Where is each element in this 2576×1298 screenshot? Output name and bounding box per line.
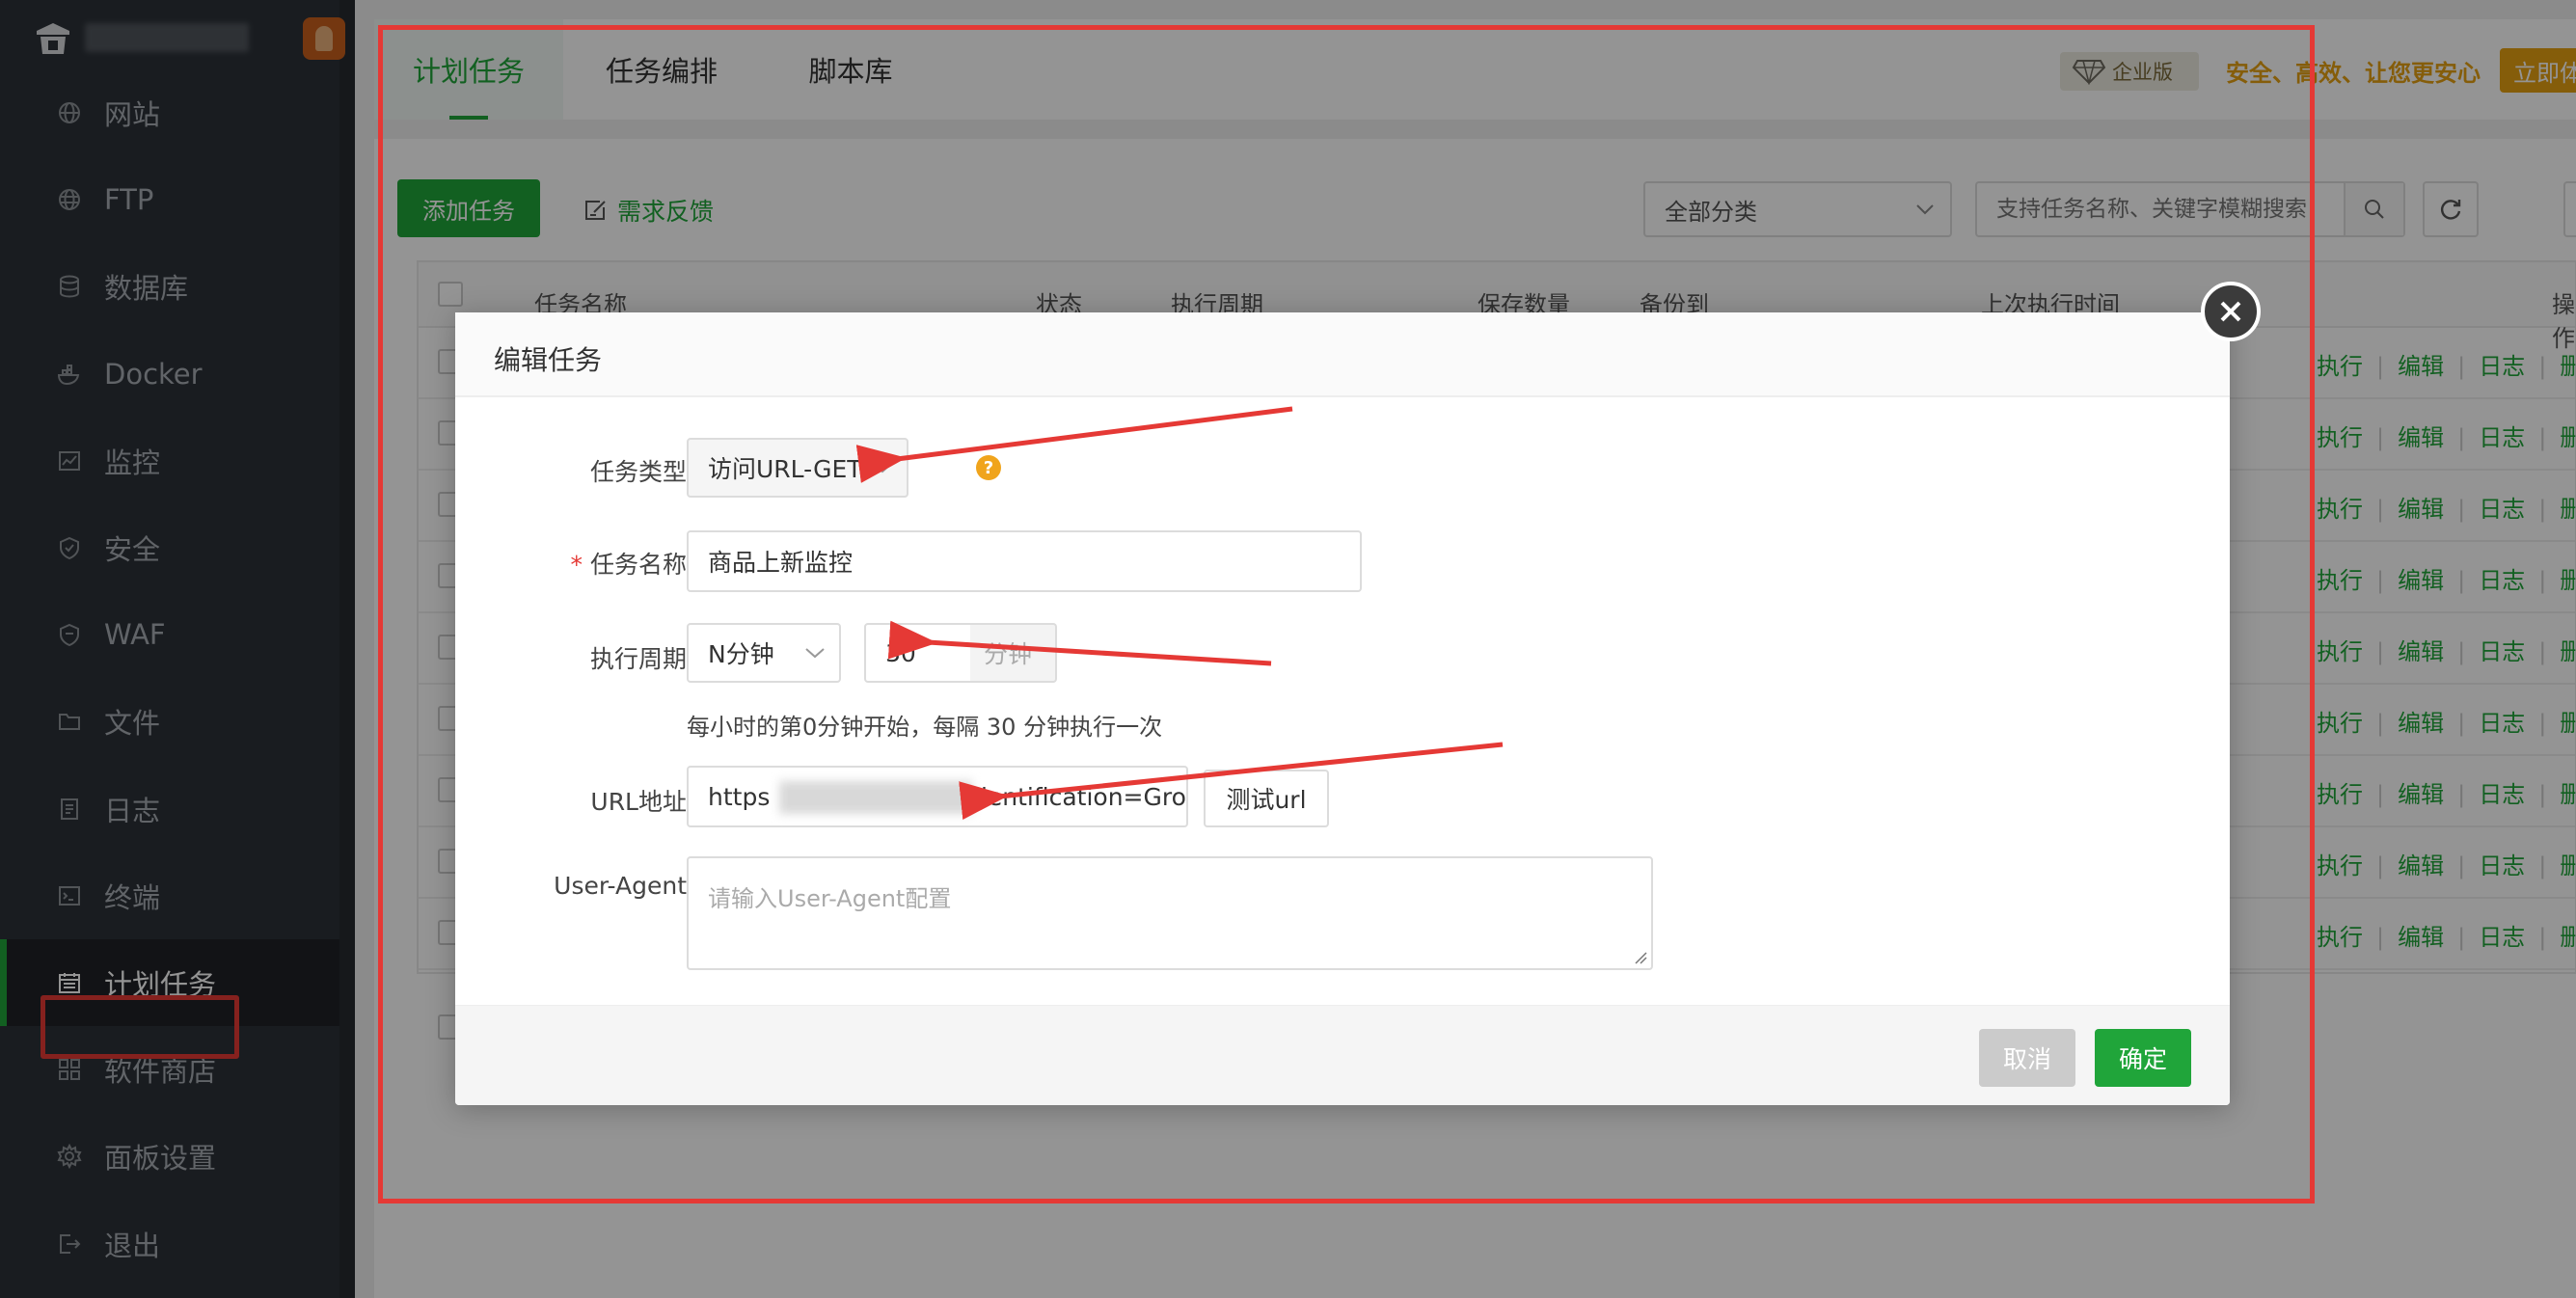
user-agent-placeholder: 请输入User-Agent配置 bbox=[708, 885, 952, 912]
required-mark: * bbox=[570, 551, 583, 579]
task-name-input[interactable]: 商品上新监控 bbox=[687, 530, 1362, 592]
period-type-select[interactable]: N分钟 bbox=[687, 623, 841, 683]
url-redacted bbox=[779, 781, 972, 814]
user-agent-textarea[interactable]: 请输入User-Agent配置 bbox=[687, 856, 1653, 970]
help-icon[interactable]: ? bbox=[976, 455, 1001, 480]
cancel-button[interactable]: 取消 bbox=[1979, 1029, 2075, 1087]
task-type-value: 访问URL-GET bbox=[708, 455, 862, 483]
period-unit: 分钟 bbox=[970, 623, 1057, 683]
url-value-end: dentification=Gro bbox=[972, 782, 1186, 811]
confirm-button[interactable]: 确定 bbox=[2095, 1029, 2191, 1087]
period-minutes-input[interactable]: 30 bbox=[864, 623, 972, 683]
resize-grip-icon[interactable] bbox=[1632, 949, 1647, 964]
close-button[interactable] bbox=[2201, 282, 2261, 341]
chevron-down-icon bbox=[873, 463, 892, 473]
task-name-label: * 任务名称 bbox=[455, 546, 687, 581]
url-value-start: https bbox=[708, 782, 771, 811]
url-label: URL地址 bbox=[590, 788, 687, 816]
task-name-label-text: 任务名称 bbox=[589, 551, 687, 579]
task-type-select[interactable]: 访问URL-GET bbox=[687, 438, 908, 498]
edit-task-dialog: 编辑任务 任务类型 访问URL-GET ? * 任务名称 商品上新监控 执行周期 … bbox=[455, 312, 2230, 1105]
close-icon bbox=[2220, 301, 2241, 322]
task-type-label: 任务类型 bbox=[589, 458, 687, 486]
period-label: 执行周期 bbox=[589, 645, 687, 673]
period-type-value: N分钟 bbox=[708, 640, 774, 668]
period-hint: 每小时的第0分钟开始，每隔 30 分钟执行一次 bbox=[687, 714, 1163, 741]
test-url-button[interactable]: 测试url bbox=[1204, 770, 1329, 827]
dialog-header: 编辑任务 bbox=[455, 312, 2230, 397]
user-agent-label: User-Agent bbox=[554, 872, 687, 900]
dialog-title: 编辑任务 bbox=[494, 344, 603, 376]
dialog-footer: 取消 确定 bbox=[455, 1005, 2230, 1105]
chevron-down-icon bbox=[805, 648, 825, 659]
url-input[interactable]: https dentification=Gro bbox=[687, 766, 1188, 827]
